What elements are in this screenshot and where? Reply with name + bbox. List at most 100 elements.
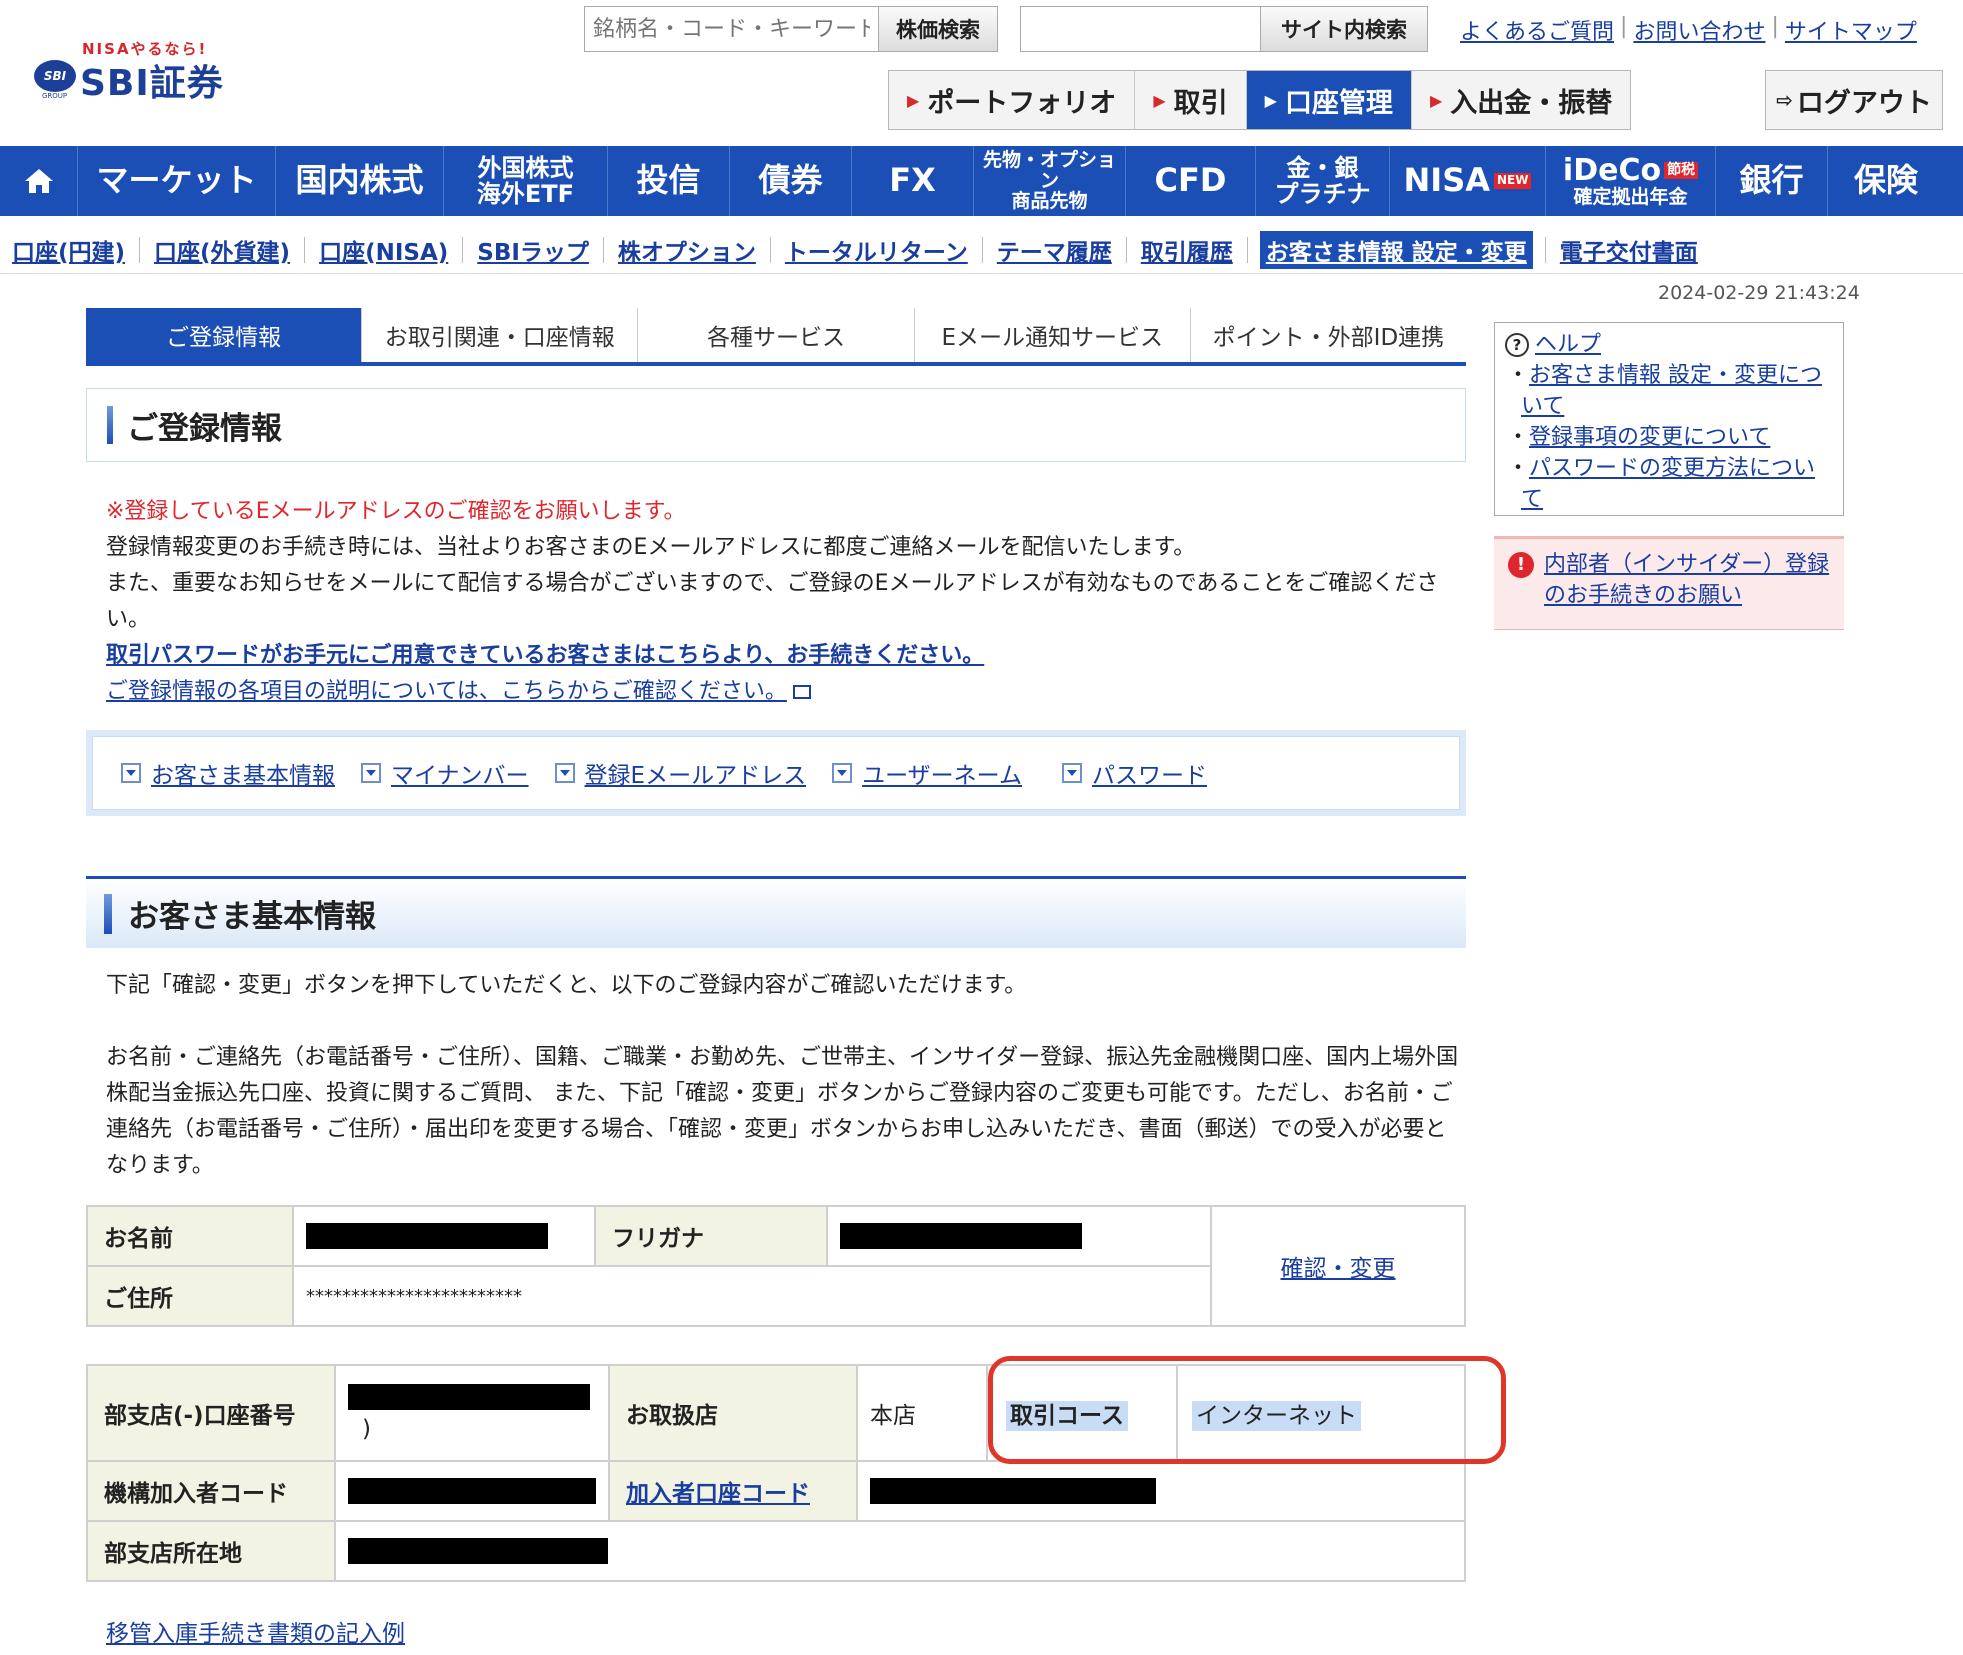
gnav-line: 先物・オプション <box>982 148 1116 192</box>
subnav-e-documents[interactable]: 電子交付書面 <box>1558 231 1700 269</box>
anchor-password[interactable]: パスワード <box>1061 756 1207 790</box>
nav-deposit-transfer[interactable]: ▶ 入出金・振替 <box>1412 71 1630 129</box>
help-link-settings[interactable]: お客さま情報 設定・変更について <box>1521 363 1822 419</box>
sbi-logo[interactable]: NISAやるなら! SBI GROUP SBI証券 <box>34 38 244 104</box>
anchor-label: マイナンバー <box>391 763 529 789</box>
arrow-down-icon <box>361 763 381 783</box>
stock-search-input[interactable] <box>584 6 878 52</box>
subnav-stock-options[interactable]: 株オプション <box>616 231 758 269</box>
nav-label: ポートフォリオ <box>927 87 1117 119</box>
nav-label: 口座管理 <box>1284 87 1393 119</box>
nav-account-management[interactable]: ▶ 口座管理 <box>1246 71 1412 129</box>
anchor-links: お客さま基本情報 マイナンバー 登録Eメールアドレス ユーザーネーム パスワード <box>92 736 1460 810</box>
separator <box>1544 236 1546 263</box>
logo-group: GROUP <box>42 92 68 100</box>
subnav-total-return[interactable]: トータルリターン <box>783 231 970 269</box>
stock-search-button[interactable]: 株価検索 <box>878 6 998 52</box>
subnav-foreign-account[interactable]: 口座(外貨建) <box>152 231 292 269</box>
anchor-label: ユーザーネーム <box>862 763 1022 789</box>
help-title-link[interactable]: ヘルプ <box>1535 332 1601 357</box>
gnav-home[interactable] <box>0 146 78 216</box>
contact-link[interactable]: お問い合わせ <box>1633 14 1765 46</box>
subnav-sbi-wrap[interactable]: SBIラップ <box>475 231 591 269</box>
gnav-foreign-stocks[interactable]: 外国株式 海外ETF <box>444 146 608 216</box>
logo-name: SBI証券 <box>80 63 224 104</box>
gnav-line: 確定拠出年金 <box>1573 186 1688 209</box>
gnav-domestic-stocks[interactable]: 国内株式 <box>276 146 444 216</box>
tab-trading-account-info[interactable]: お取引関連・口座情報 <box>362 308 639 362</box>
subnav-yen-account[interactable]: 口座(円建) <box>10 231 127 269</box>
triangle-right-icon: ▶ <box>1153 90 1166 110</box>
notice-line: 登録情報変更のお手続き時には、当社よりお客さまのEメールアドレスに都度ご連絡メー… <box>106 535 1196 560</box>
item-explanation-link[interactable]: ご登録情報の各項目の説明については、こちらからご確認ください。 <box>106 679 787 704</box>
confirm-cell: 確認・変更 <box>1210 1205 1466 1327</box>
nav-portfolio[interactable]: ▶ ポートフォリオ <box>889 71 1136 129</box>
section-title-box: お客さま基本情報 <box>86 876 1466 948</box>
gnav-fx[interactable]: FX <box>852 146 974 216</box>
tab-registration-info[interactable]: ご登録情報 <box>86 308 363 362</box>
gnav-bonds[interactable]: 債券 <box>730 146 852 216</box>
highlight-frame <box>988 1356 1506 1464</box>
faq-link[interactable]: よくあるご質問 <box>1460 14 1614 46</box>
trade-password-link[interactable]: 取引パスワードがお手元にご用意できているお客さまはこちらより、お手続きください。 <box>106 643 984 668</box>
gnav-insurance[interactable]: 保険 <box>1828 146 1944 216</box>
anchor-email[interactable]: 登録Eメールアドレス <box>554 756 806 790</box>
subnav-nisa-account[interactable]: 口座(NISA) <box>317 231 450 269</box>
gnav-line: 外国株式 <box>477 153 574 182</box>
gnav-ideco[interactable]: iDeCo 節税 確定拠出年金 <box>1546 146 1716 216</box>
branch-address-value <box>334 1520 1466 1582</box>
anchor-my-number[interactable]: マイナンバー <box>361 756 529 790</box>
tab-email-notification[interactable]: Eメール通知サービス <box>914 308 1191 362</box>
anchor-links-box: お客さま基本情報 マイナンバー 登録Eメールアドレス ユーザーネーム パスワード <box>86 730 1466 816</box>
arrow-down-icon <box>1061 763 1082 783</box>
gnav-label: iDeCo <box>1562 153 1662 189</box>
sitemap-link[interactable]: サイトマップ <box>1785 14 1917 46</box>
gnav-funds[interactable]: 投信 <box>608 146 730 216</box>
desc-paragraph: お名前・ご連絡先（お電話番号・ご住所）、国籍、ご職業・お勤め先、ご世帯主、インサ… <box>106 1045 1459 1178</box>
subnav-customer-settings[interactable]: お客さま情報 設定・変更 <box>1259 230 1533 269</box>
tab-points-external-id[interactable]: ポイント・外部ID連携 <box>1190 308 1467 362</box>
redacted-block <box>306 1223 548 1250</box>
gnav-nisa[interactable]: NISA NEW <box>1390 146 1546 216</box>
logout-button[interactable]: ⇨ ログアウト <box>1765 70 1943 130</box>
nav-label: 取引 <box>1173 87 1228 119</box>
account-number-suffix: ) <box>362 1416 371 1442</box>
confirm-change-link[interactable]: 確認・変更 <box>1281 1256 1396 1282</box>
transfer-form-example-link[interactable]: 移管入庫手続き書類の記入例 <box>106 1614 405 1648</box>
tab-services[interactable]: 各種サービス <box>638 308 915 362</box>
redacted-block <box>870 1478 1156 1505</box>
gnav-futures-options[interactable]: 先物・オプション 商品先物 <box>974 146 1126 216</box>
triangle-right-icon: ▶ <box>907 90 920 110</box>
arrow-down-icon <box>832 763 853 783</box>
gnav-gold-silver[interactable]: 金・銀 プラチナ <box>1256 146 1390 216</box>
external-window-icon <box>792 685 811 699</box>
help-link-password-change[interactable]: パスワードの変更方法について <box>1521 456 1815 512</box>
name-label: お名前 <box>86 1205 294 1267</box>
member-account-code-link[interactable]: 加入者口座コード <box>626 1481 810 1507</box>
help-link-registration-change[interactable]: 登録事項の変更について <box>1529 425 1770 450</box>
site-search-button[interactable]: サイト内検索 <box>1260 6 1428 52</box>
timestamp: 2024-02-29 21:43:24 <box>1658 282 1860 304</box>
anchor-basic-info[interactable]: お客さま基本情報 <box>121 756 335 790</box>
branch-value: 本店 <box>856 1364 988 1462</box>
warning-icon: ! <box>1508 552 1534 578</box>
nav-trade[interactable]: ▶ 取引 <box>1135 71 1247 129</box>
separator <box>1125 236 1127 263</box>
anchor-username[interactable]: ユーザーネーム <box>832 756 1022 790</box>
gnav-bank[interactable]: 銀行 <box>1716 146 1828 216</box>
notice-line: また、重要なお知らせをメールにて配信する場合がございますので、ご登録のEメールア… <box>106 571 1439 632</box>
member-code-value <box>334 1460 610 1522</box>
gnav-market[interactable]: マーケット <box>78 146 276 216</box>
site-search-input[interactable] <box>1020 6 1260 52</box>
triangle-right-icon: ▶ <box>1429 90 1443 110</box>
separator <box>602 236 604 263</box>
desc-paragraph: 下記「確認・変更」ボタンを押下していただくと、以下のご登録内容がご確認いただけま… <box>106 973 1027 998</box>
gnav-line: 金・銀 <box>1286 153 1359 182</box>
separator <box>462 236 464 263</box>
subnav-trade-history[interactable]: 取引履歴 <box>1139 231 1235 269</box>
help-box: ? ヘルプ ・お客さま情報 設定・変更について ・登録事項の変更について ・パスワ… <box>1494 322 1844 516</box>
gnav-cfd[interactable]: CFD <box>1126 146 1256 216</box>
subnav-theme-history[interactable]: テーマ履歴 <box>995 231 1114 269</box>
insider-registration-link[interactable]: 内部者（インサイダー）登録のお手続きのお願い <box>1544 549 1832 629</box>
logout-label: ログアウト <box>1796 87 1932 119</box>
